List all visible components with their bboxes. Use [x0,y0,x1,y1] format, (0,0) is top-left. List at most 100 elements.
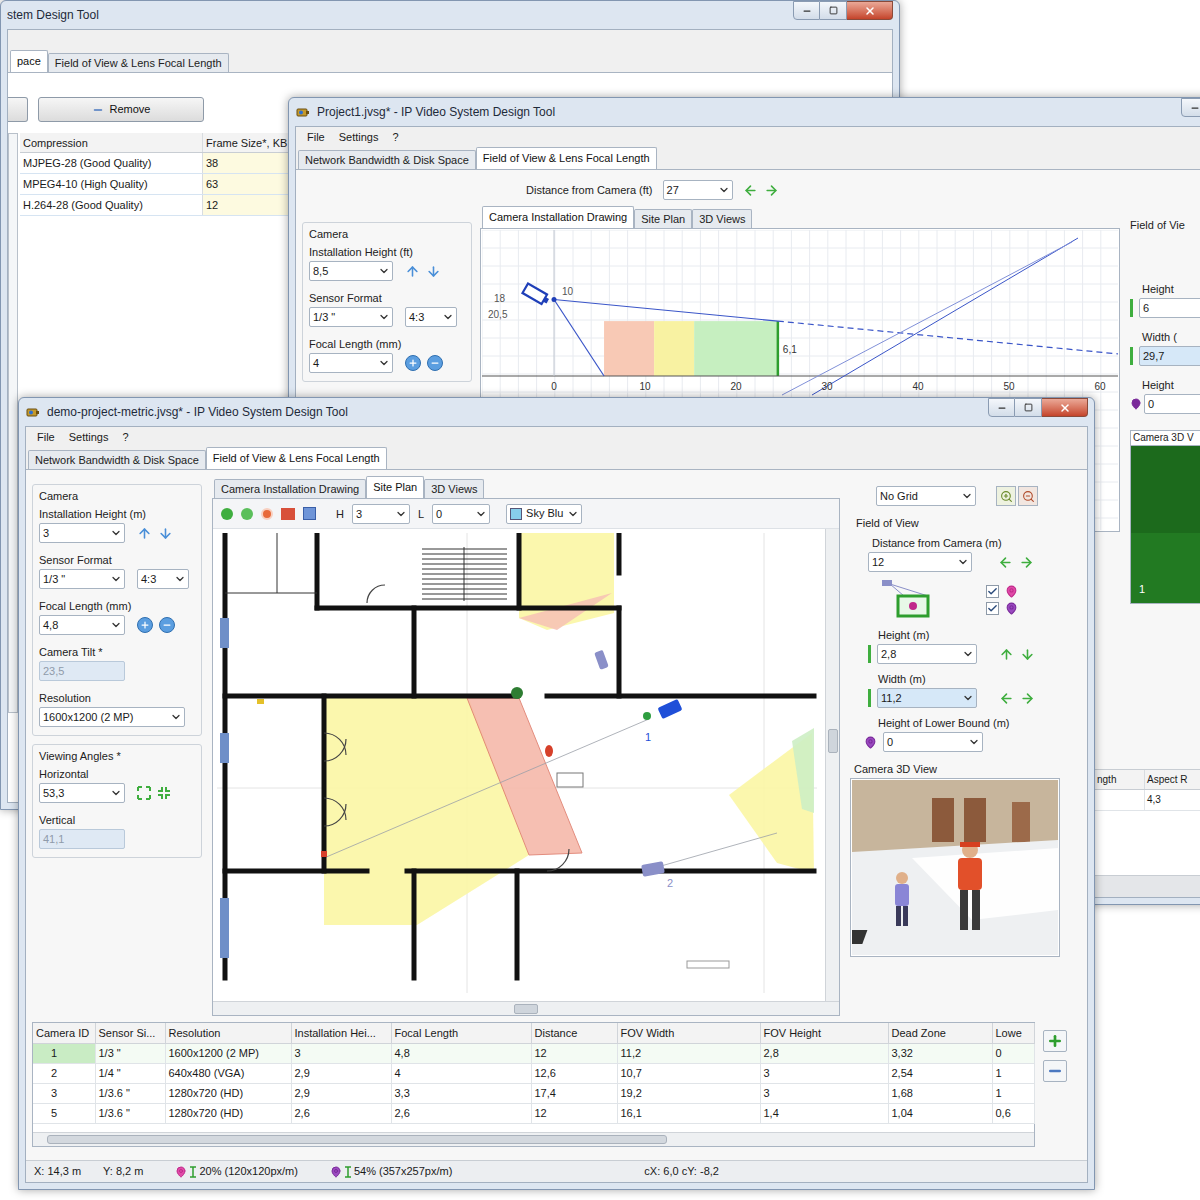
remove-row-button[interactable] [1043,1060,1067,1082]
column-header[interactable]: Compression [20,133,203,152]
plus-button[interactable] [405,355,421,371]
add-camera-alt-icon[interactable] [241,508,253,520]
menu-item[interactable]: ? [115,429,135,446]
arrow-down-icon[interactable] [1020,647,1035,662]
scroll-thumb[interactable] [47,1135,667,1144]
arrow-left-icon[interactable] [743,183,758,198]
tab[interactable]: Network Bandwidth & Disk Space [298,150,476,169]
horizontal-scrollbar[interactable] [213,1001,839,1015]
dropdown[interactable]: 12 [868,552,972,572]
column-header[interactable]: FOV Width [617,1023,760,1043]
maximize-button[interactable] [1015,398,1042,417]
camera-3d-render[interactable]: 1 [1131,445,1200,603]
scroll-thumb[interactable] [514,1004,538,1014]
column-header[interactable]: Camera ID [33,1023,95,1043]
menu-item[interactable]: ? [385,129,405,146]
color-select[interactable]: Sky Blu [506,504,582,524]
arrow-down-icon[interactable] [426,264,441,279]
plus-button[interactable] [137,617,153,633]
dropdown[interactable]: 29,7 [1139,346,1200,366]
dropdown[interactable]: 4:3 [137,569,189,589]
column-header[interactable]: ngth [1094,770,1144,789]
title-bar[interactable]: demo-project-metric.jvsg* - IP Video Sys… [19,398,1094,426]
tab[interactable]: Field of View & Lens Focal Length [206,447,387,469]
camera-icon[interactable] [523,284,551,307]
menu-item[interactable]: File [300,129,332,146]
menu-item[interactable]: Settings [332,129,386,146]
tab[interactable]: Field of View & Lens Focal Length [476,147,657,169]
minus-button[interactable] [427,355,443,371]
dropdown[interactable]: 2,8 [877,644,977,664]
table-row[interactable]: H.264-28 (Good Quality)12 [20,195,298,216]
dropdown[interactable]: 3 [352,504,410,524]
close-button[interactable] [1042,398,1088,417]
add-button[interactable] [8,97,28,122]
minus-button[interactable] [159,617,175,633]
expand-icon[interactable] [137,786,151,800]
tab[interactable]: Camera Installation Drawing [214,479,366,498]
column-header[interactable]: Resolution [165,1023,291,1043]
distance-dropdown[interactable]: 27 [663,180,733,200]
target-icon[interactable] [261,508,273,520]
arrow-left-icon[interactable] [999,691,1014,706]
maximize-button[interactable] [820,1,847,20]
dropdown[interactable]: No Grid [876,486,976,506]
camera-3d-view[interactable] [852,780,1058,955]
dropdown[interactable]: 4:3 [405,307,457,327]
arrow-down-icon[interactable] [158,526,173,541]
dropdown[interactable]: 8,5 [309,261,393,281]
column-header[interactable]: Sensor Si... [95,1023,165,1043]
column-header[interactable]: Lowe [992,1023,1034,1043]
dropdown[interactable]: 1600x1200 (2 MP) [39,707,185,727]
tab[interactable]: 3D Views [424,479,484,498]
dropdown[interactable]: 3 [39,523,125,543]
column-header[interactable]: Dead Zone [888,1023,992,1043]
zoom-out-button[interactable] [1018,486,1038,506]
minimize-button[interactable] [988,398,1015,417]
dropdown[interactable]: 4 [309,353,393,373]
front-window[interactable]: demo-project-metric.jvsg* - IP Video Sys… [18,397,1095,1190]
column-header[interactable]: Installation Hei... [291,1023,391,1043]
minimize-button[interactable] [793,1,820,20]
dropdown[interactable]: 0 [432,504,490,524]
table-row[interactable]: 11/3 "1600x1200 (2 MP)34,81211,22,83,320 [33,1043,1034,1063]
collapse-icon[interactable] [157,786,171,800]
dropdown[interactable]: 11,2 [877,688,977,708]
arrow-right-icon[interactable] [1020,691,1035,706]
column-header[interactable]: Focal Length [391,1023,531,1043]
arrow-up-icon[interactable] [999,647,1014,662]
tab[interactable]: Site Plan [366,476,424,498]
vertical-scrollbar[interactable] [825,529,839,1001]
arrow-right-icon[interactable] [1019,555,1034,570]
close-button[interactable] [847,1,893,20]
remove-button[interactable]: Remove [38,97,204,122]
column-header[interactable]: FOV Height [760,1023,888,1043]
arrow-right-icon[interactable] [764,183,779,198]
dropdown[interactable]: 53,3 [39,783,125,803]
dropdown[interactable]: 0 [883,732,983,752]
checkbox[interactable] [986,602,999,615]
tab[interactable]: pace [10,50,48,72]
column-header[interactable]: Distance [531,1023,617,1043]
tab[interactable]: Camera Installation Drawing [482,206,634,228]
area-icon[interactable] [303,507,316,520]
camera-marker[interactable]: 1 [645,699,683,743]
dropdown[interactable]: 1/3 " [309,307,393,327]
title-bar[interactable]: Project1.jvsg* - IP Video System Design … [289,98,1200,126]
minimize-button[interactable] [1181,98,1200,117]
table-row[interactable]: MPEG4-10 (High Quality)63 [20,174,298,195]
table-row[interactable]: 31/3.6 "1280x720 (HD)2,93,317,419,231,68… [33,1083,1034,1103]
dropdown[interactable]: 0 [1144,394,1200,414]
dropdown[interactable]: 1/3 " [39,569,125,589]
scroll-thumb[interactable] [828,729,838,753]
arrow-left-icon[interactable] [998,555,1013,570]
add-camera-icon[interactable] [221,508,233,520]
menu-item[interactable]: File [30,429,62,446]
tab[interactable]: Field of View & Lens Focal Length [48,53,229,72]
column-header[interactable]: Aspect R [1144,770,1198,789]
arrow-up-icon[interactable] [405,264,420,279]
table-row[interactable]: MJPEG-28 (Good Quality)38 [20,153,298,174]
camera-marker[interactable]: 2 [641,861,673,889]
arrow-up-icon[interactable] [137,526,152,541]
wall-icon[interactable] [281,508,295,520]
